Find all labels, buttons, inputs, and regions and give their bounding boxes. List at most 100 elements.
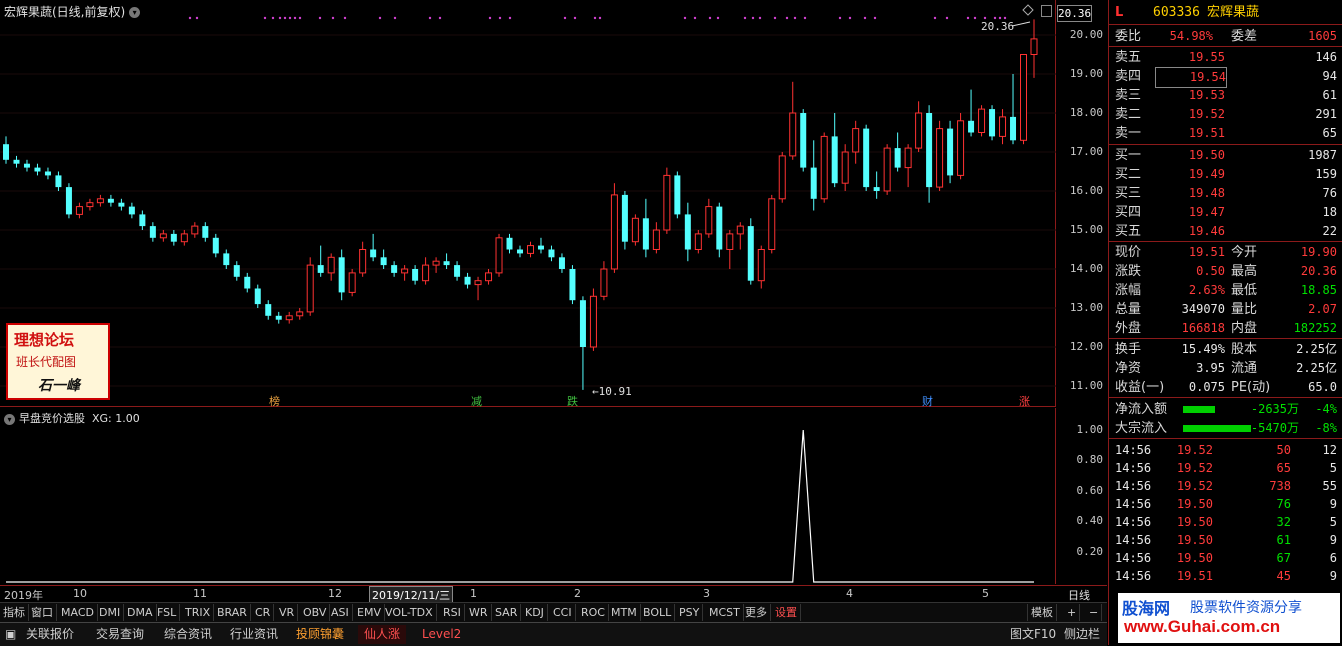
kline-chart-area[interactable]: 20.36 ←10.91 榜 减 跌 财 涨	[0, 0, 1056, 408]
bottom-tab[interactable]: 投顾锦囊	[290, 625, 350, 644]
toolbar-item-obv[interactable]: OBV	[300, 604, 331, 621]
bid-volume: 76	[1322, 186, 1337, 200]
quote-row: 收益(一) 0.075 PE(动) 65.0	[1115, 378, 1339, 397]
toolbar-item-cci[interactable]: CCI	[550, 604, 576, 621]
f10-button[interactable]: 图文F10	[1004, 625, 1062, 644]
toolbar-item-dmi[interactable]: DMI	[96, 604, 125, 621]
stat-value: 65.0	[1308, 380, 1337, 394]
bottom-tab[interactable]: 交易查询	[90, 625, 150, 644]
toolbar-item-vol-tdx[interactable]: VOL-TDX	[382, 604, 437, 621]
price-tick: 14.00	[1069, 262, 1103, 275]
indicator-title: ▾ 早盘竞价选股 XG: 1.00	[4, 410, 140, 426]
candle	[631, 214, 639, 246]
bottom-tab[interactable]: 仙人涨	[358, 625, 407, 644]
chevron-down-icon[interactable]: ▾	[4, 413, 15, 425]
menu-icon[interactable]: ▣	[2, 625, 19, 644]
candle	[44, 167, 51, 180]
candle	[999, 109, 1007, 145]
candle	[957, 113, 965, 180]
toolbar-item-kdj[interactable]: KDJ	[522, 604, 548, 621]
quote-row: L 603336 宏辉果蔬	[1115, 3, 1339, 22]
tick-time: 14:56	[1115, 533, 1152, 547]
stat-value: 19.90	[1300, 245, 1337, 259]
candle	[589, 288, 597, 351]
bid-price[interactable]: 19.48	[1155, 184, 1225, 203]
bid-price[interactable]: 19.47	[1155, 203, 1225, 222]
ask-price[interactable]: 19.51	[1155, 124, 1225, 143]
zoom-in-button[interactable]: +	[1064, 604, 1081, 621]
tick-volume: 50	[1276, 443, 1291, 457]
quote-row: 大宗流入 -5470万 -8%	[1115, 419, 1339, 438]
candle	[202, 222, 209, 242]
event-marker[interactable]: 榜	[269, 394, 280, 408]
toolbar-item-指标[interactable]: 指标	[0, 604, 29, 621]
ask-price[interactable]: 19.55	[1155, 48, 1225, 67]
candle	[191, 222, 199, 238]
candle	[705, 198, 713, 238]
toolbar-item-cr[interactable]: CR	[252, 604, 275, 621]
toolbar-item-fsl[interactable]: FSL	[154, 604, 181, 621]
toolbar-item-trix[interactable]: TRIX	[182, 604, 215, 621]
toolbar-item-dma[interactable]: DMA	[124, 604, 157, 621]
date-label: 11	[193, 587, 207, 600]
template-button[interactable]: 模板	[1027, 604, 1057, 621]
date-label: 3	[703, 587, 710, 600]
bottom-tab[interactable]: 综合资讯	[158, 625, 218, 644]
signal-dot	[838, 16, 842, 20]
event-marker[interactable]: 减	[471, 395, 482, 408]
toolbar-item-emv[interactable]: EMV	[354, 604, 385, 621]
bid-label: 买五	[1115, 224, 1142, 239]
toolbar-item-mcst[interactable]: MCST	[706, 604, 744, 621]
candle	[873, 171, 880, 199]
candle	[432, 257, 440, 273]
bottom-tab[interactable]: 行业资讯	[224, 625, 284, 644]
toolbar-item-vr[interactable]: VR	[276, 604, 299, 621]
signal-dot	[848, 16, 852, 20]
period-label[interactable]: 日线	[1068, 587, 1090, 603]
signal-dot	[998, 16, 1002, 20]
bid-price[interactable]: 19.46	[1155, 222, 1225, 241]
ask-label: 卖五	[1115, 50, 1142, 65]
toolbar-item-sar[interactable]: SAR	[492, 604, 522, 621]
sidebar-button[interactable]: 侧边栏	[1058, 625, 1106, 644]
quote-row: 买五 19.46 22	[1115, 222, 1339, 241]
candle	[170, 230, 177, 246]
bid-price[interactable]: 19.49	[1155, 165, 1225, 184]
toolbar-item-更多[interactable]: 更多	[742, 604, 771, 621]
indicator-panel[interactable]	[0, 408, 1056, 584]
toolbar-item-psy[interactable]: PSY	[676, 604, 704, 621]
bottom-tab[interactable]: Level2	[416, 625, 467, 644]
bid-price[interactable]: 19.50	[1155, 146, 1225, 165]
signal-dot	[271, 16, 275, 20]
stat-label: 最高	[1231, 264, 1258, 279]
ask-price[interactable]: 19.54	[1155, 67, 1227, 88]
quote-row: 卖三 19.53 61	[1115, 86, 1339, 105]
toolbar-item-brar[interactable]: BRAR	[214, 604, 251, 621]
toolbar-item-roc[interactable]: ROC	[578, 604, 609, 621]
toolbar-item-wr[interactable]: WR	[466, 604, 492, 621]
toolbar-item-macd[interactable]: MACD	[58, 604, 98, 621]
event-marker[interactable]: 涨	[1019, 395, 1030, 408]
candle	[244, 272, 251, 293]
chevron-down-icon[interactable]: ▾	[129, 7, 141, 18]
bid-volume: 22	[1322, 224, 1337, 238]
event-marker[interactable]: 跌	[567, 394, 578, 408]
bottom-tab[interactable]: 关联报价	[20, 625, 80, 644]
toolbar-item-rsi[interactable]: RSI	[440, 604, 465, 621]
zoom-out-button[interactable]: −	[1086, 604, 1103, 621]
candle	[370, 233, 377, 262]
toolbar-item-boll[interactable]: BOLL	[640, 604, 676, 621]
stat-label: 内盘	[1231, 321, 1258, 336]
signal-dot	[298, 16, 302, 20]
toolbar-item-窗口[interactable]: 窗口	[28, 604, 57, 621]
toolbar-item-mtm[interactable]: MTM	[608, 604, 641, 621]
toolbar-item-asi[interactable]: ASI	[328, 604, 353, 621]
toolbar-item-设置[interactable]: 设置	[772, 604, 801, 621]
signal-dot	[393, 16, 397, 20]
ask-price[interactable]: 19.52	[1155, 105, 1225, 124]
event-marker[interactable]: 财	[922, 394, 933, 408]
quote-row: 总量 349070 量比 2.07	[1115, 300, 1339, 319]
ask-price[interactable]: 19.53	[1155, 86, 1225, 105]
candle	[3, 136, 9, 164]
expand-icon[interactable]	[1041, 5, 1052, 17]
